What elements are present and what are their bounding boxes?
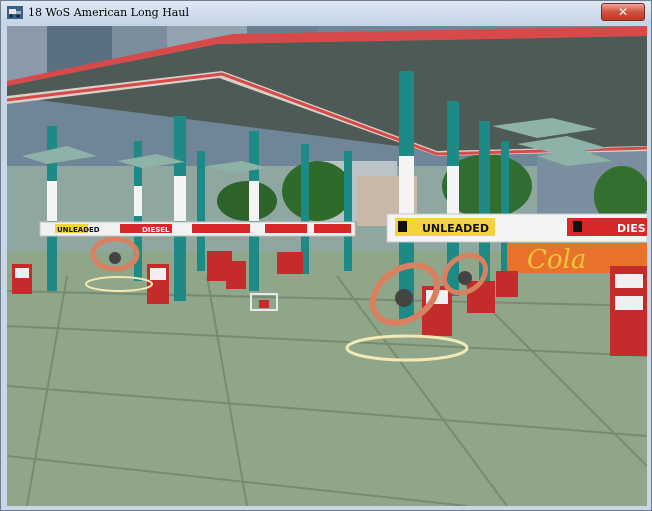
right-fuel-sign: UNLEADED DIES	[386, 213, 647, 243]
window-title: 18 WoS American Long Haul	[28, 6, 189, 19]
left-diesel-label: DIESEL	[142, 226, 170, 234]
game-viewport[interactable]: UNLEADED DIESEL UNLEADED DIES Cola	[7, 26, 647, 506]
title-bar[interactable]: 18 WoS American Long Haul ✕	[1, 1, 651, 25]
right-diesel-label: DIES	[617, 222, 646, 235]
game-window: 18 WoS American Long Haul ✕ UNLEADED DIE…	[0, 0, 652, 511]
billboard-text: Cola	[527, 245, 586, 275]
close-icon[interactable]: ✕	[601, 3, 645, 21]
left-unleaded-label: UNLEADED	[57, 226, 100, 234]
truck-app-icon	[7, 5, 23, 20]
right-unleaded-label: UNLEADED	[422, 222, 489, 235]
left-fuel-sign-row: UNLEADED DIESEL	[39, 221, 356, 237]
